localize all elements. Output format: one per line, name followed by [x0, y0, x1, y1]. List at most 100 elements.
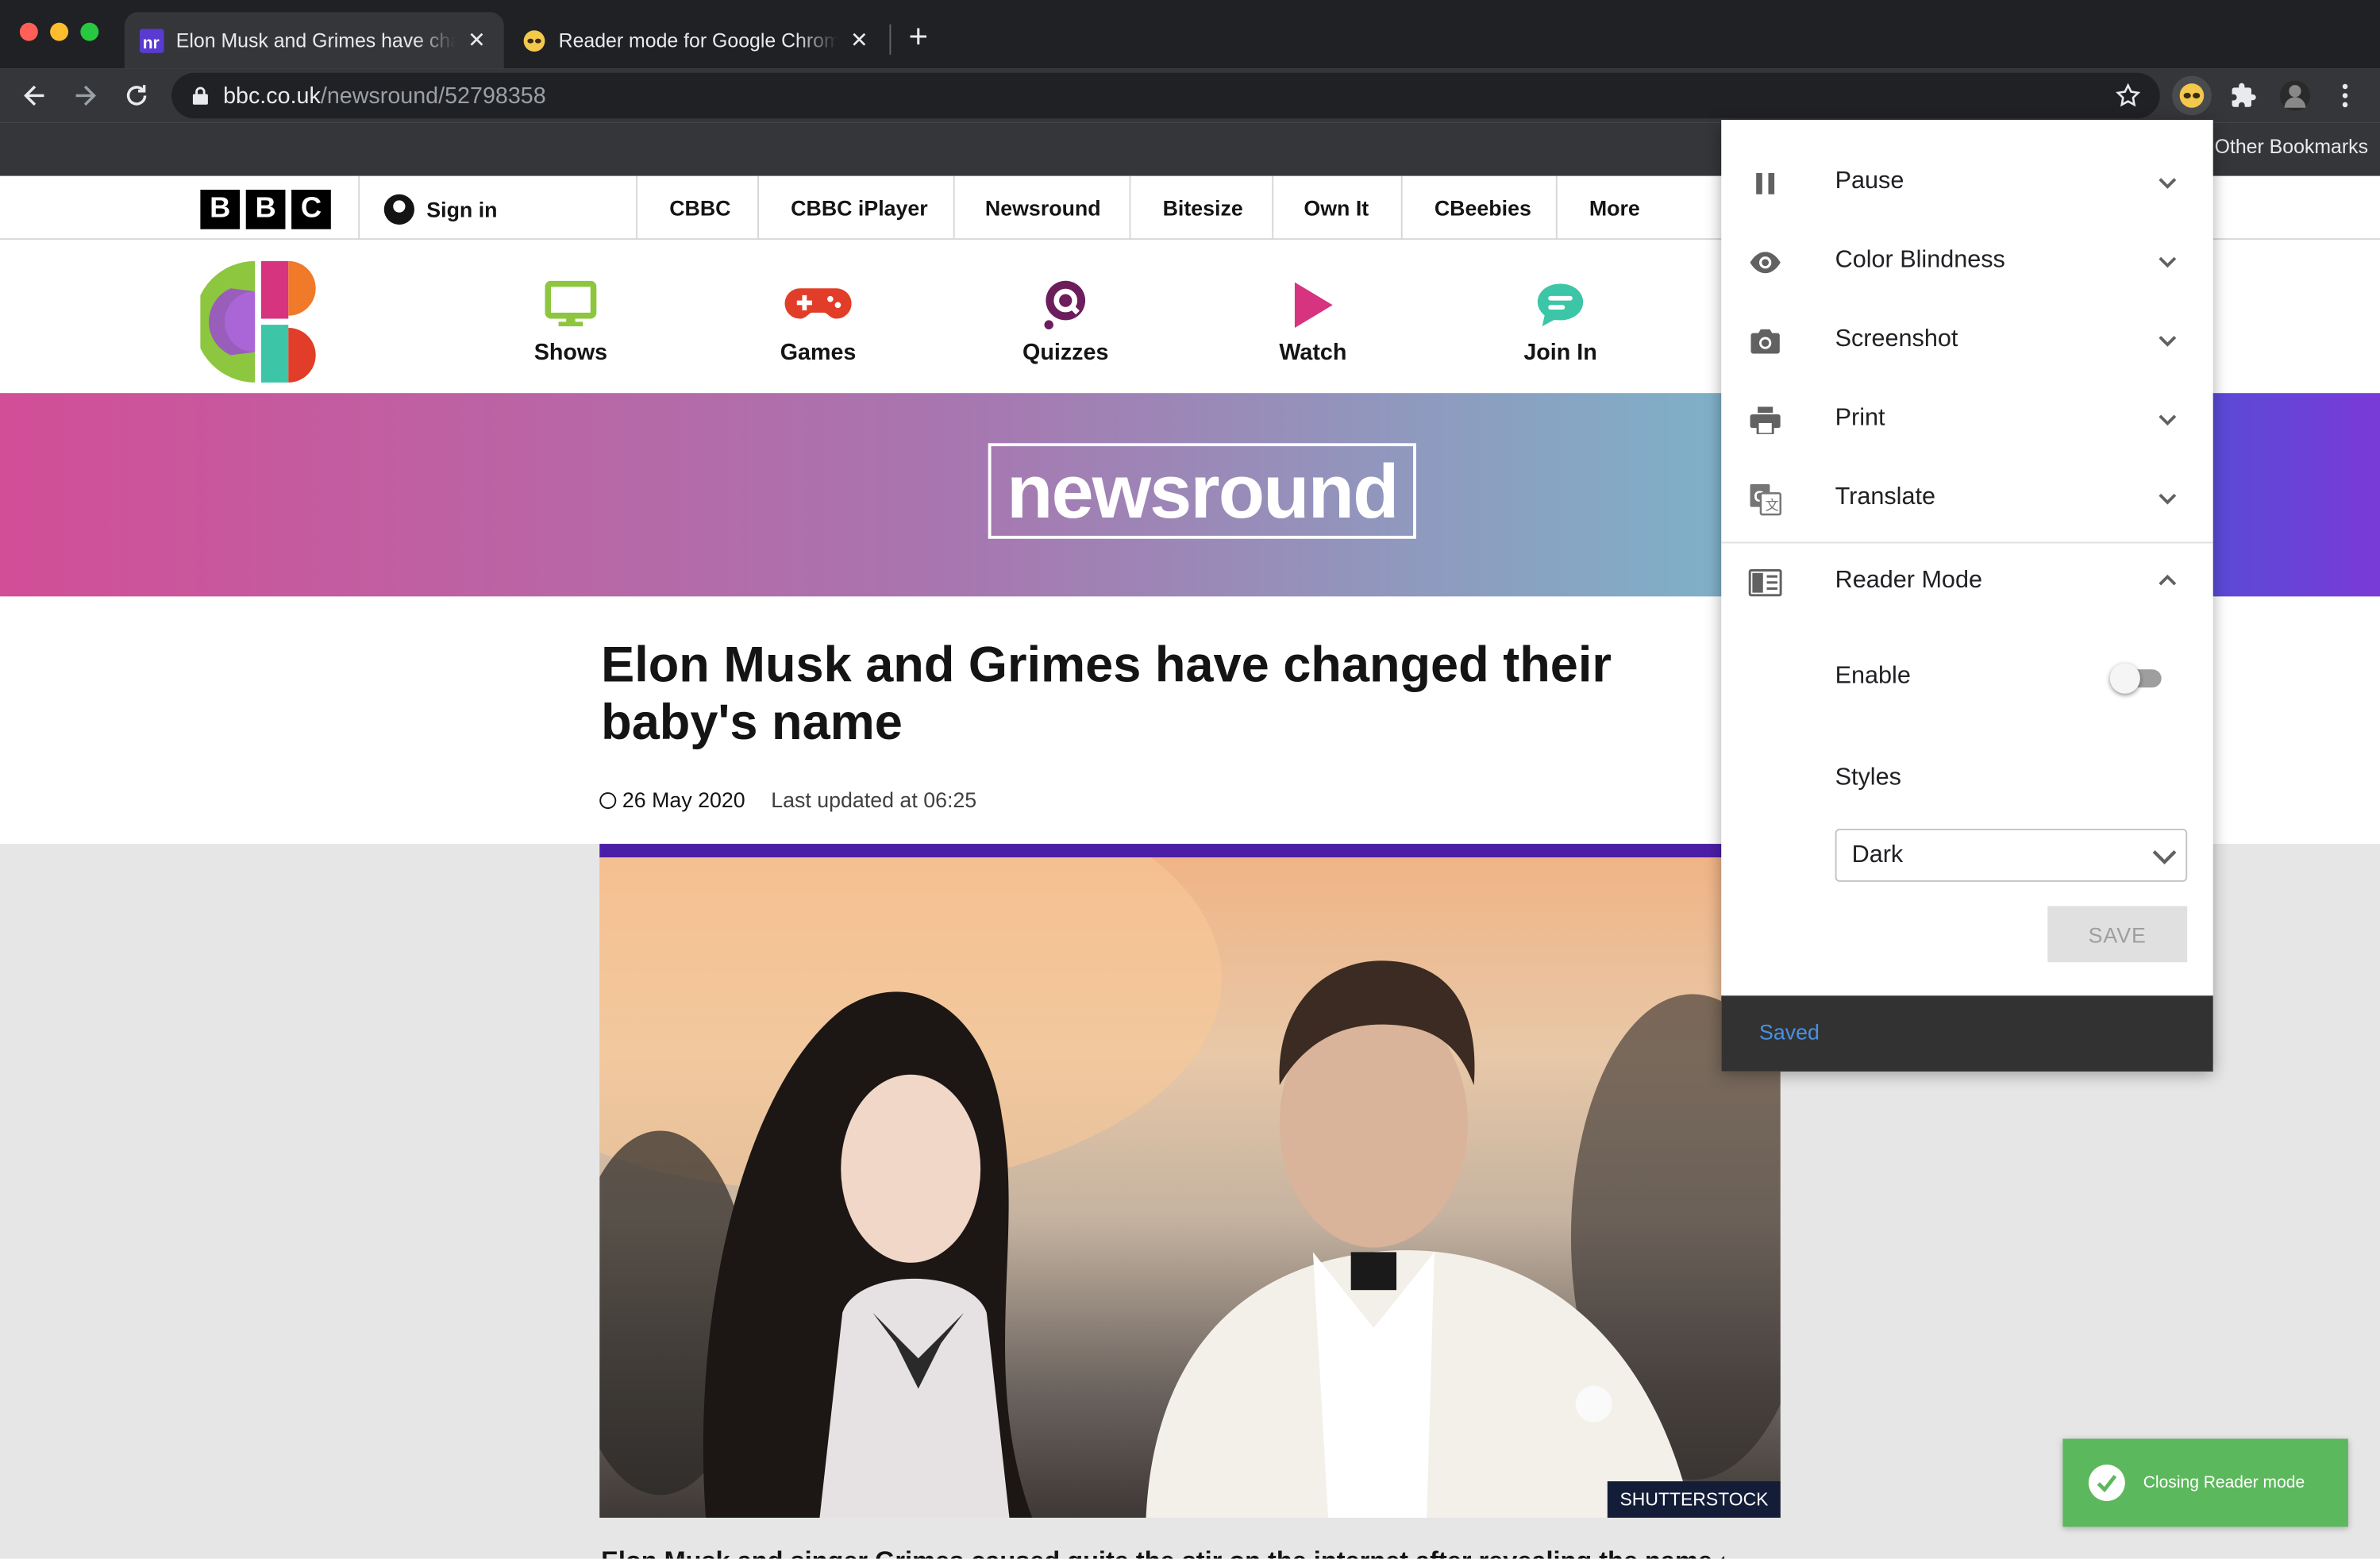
newsround-logo[interactable]: newsround	[988, 443, 1416, 539]
reader-extension-icon[interactable]	[2172, 75, 2212, 116]
minimize-window-button[interactable]	[50, 22, 69, 41]
chevron-up-icon[interactable]	[2154, 568, 2181, 595]
popup-item-pause[interactable]: Pause	[1721, 144, 2212, 223]
popup-item-color-blindness[interactable]: Color Blindness	[1721, 223, 2212, 302]
bbc-logo[interactable]: B B C	[200, 190, 331, 229]
styles-label: Styles	[1835, 764, 1901, 791]
divider	[757, 175, 759, 241]
close-window-button[interactable]	[19, 22, 38, 41]
article-updated: Last updated at 06:25	[771, 787, 977, 812]
article-headline: Elon Musk and Grimes have changed their …	[601, 636, 1612, 750]
divider	[1555, 175, 1558, 241]
translate-icon: G文	[1749, 483, 1782, 516]
divider	[636, 175, 638, 241]
nav-cbbc-iplayer[interactable]: CBBC iPlayer	[791, 196, 928, 221]
back-arrow-icon[interactable]	[17, 78, 53, 114]
cbbc-nav-label: Games	[780, 340, 857, 366]
tab-title: Reader mode for Google Chrome	[558, 29, 838, 52]
tab-active[interactable]: nr Elon Musk and Grimes have changed the…	[124, 12, 504, 69]
popup-item-translate[interactable]: G文 Translate	[1721, 460, 2212, 538]
svg-text:文: 文	[1766, 498, 1779, 514]
popup-item-screenshot[interactable]: Screenshot	[1721, 302, 2212, 380]
tab-strip: nr Elon Musk and Grimes have changed the…	[0, 0, 2380, 69]
divider	[1400, 175, 1403, 241]
popup-item-print[interactable]: Print	[1721, 381, 2212, 460]
extension-favicon-icon	[522, 28, 547, 52]
saved-snackbar: Saved	[1721, 995, 2213, 1072]
profile-avatar[interactable]	[2275, 76, 2315, 116]
cbbc-nav-join-in[interactable]: Join In	[1485, 279, 1636, 366]
nav-cbeebies[interactable]: CBeebies	[1435, 196, 1531, 221]
sign-in-link[interactable]: Sign in	[383, 194, 498, 225]
close-tab-icon[interactable]: ✕	[464, 27, 489, 52]
article-date: 26 May 2020	[622, 787, 745, 812]
article-body-line: Elon Musk and singer Grimes caused quite…	[601, 1546, 1724, 1558]
popup-item-label: Screenshot	[1835, 326, 1958, 352]
nav-cbbc[interactable]: CBBC	[669, 196, 730, 221]
cbbc-nav-quizzes[interactable]: Quizzes	[990, 279, 1142, 366]
bookmark-star-icon[interactable]	[2114, 82, 2141, 109]
toast-message: Closing Reader mode	[2143, 1473, 2305, 1492]
nav-newsround[interactable]: Newsround	[985, 196, 1101, 221]
check-circle-icon	[2088, 1465, 2125, 1501]
url-path: /newsround/52798358	[320, 83, 546, 109]
popup-item-label: Reader Mode	[1835, 568, 1982, 594]
enable-toggle[interactable]	[2109, 663, 2162, 694]
newsround-favicon-icon: nr	[139, 28, 164, 52]
browser-menu-icon[interactable]	[2325, 76, 2365, 116]
maximize-window-button[interactable]	[80, 22, 99, 41]
divider	[358, 175, 360, 241]
chevron-down-icon[interactable]	[2154, 168, 2181, 195]
cbbc-nav-games[interactable]: Games	[742, 279, 894, 366]
user-icon	[383, 194, 414, 225]
chevron-down-icon[interactable]	[2154, 248, 2181, 275]
divider	[1129, 175, 1131, 241]
close-tab-icon[interactable]: ✕	[847, 27, 872, 52]
popup-item-label: Translate	[1835, 483, 1936, 510]
popup-item-label: Print	[1835, 405, 1885, 432]
tab-inactive[interactable]: Reader mode for Google Chrome ✕	[507, 12, 887, 68]
reader-mode-popup: Pause Color Blindness Screenshot Print 文…	[1721, 120, 2213, 1072]
chevron-down-icon[interactable]	[2154, 326, 2181, 353]
chevron-down-icon	[2149, 841, 2179, 871]
cbbc-nav-label: Shows	[533, 340, 608, 366]
reload-icon[interactable]	[118, 78, 155, 114]
extensions-puzzle-icon[interactable]	[2224, 76, 2263, 116]
style-select[interactable]: Dark	[1835, 828, 2188, 882]
popup-item-label: Color Blindness	[1835, 247, 2005, 274]
image-credit: SHUTTERSTOCK	[1608, 1481, 1781, 1518]
chevron-down-icon[interactable]	[2154, 406, 2181, 433]
bbc-logo-letter: B	[200, 190, 241, 229]
reader-mode-icon	[1748, 568, 1782, 598]
enable-label: Enable	[1835, 663, 1911, 690]
camera-icon	[1749, 326, 1782, 356]
chevron-down-icon[interactable]	[2154, 484, 2181, 511]
eye-icon	[1749, 248, 1782, 278]
bbc-logo-letter: C	[291, 190, 331, 229]
cbbc-nav-label: Quizzes	[1022, 340, 1109, 366]
printer-icon	[1749, 406, 1782, 436]
nav-bitesize[interactable]: Bitesize	[1163, 196, 1243, 221]
cbbc-nav-label: Watch	[1279, 340, 1347, 366]
forward-arrow-icon[interactable]	[67, 78, 103, 114]
image-accent-bar	[599, 844, 1781, 858]
play-icon	[1237, 279, 1388, 331]
cbbc-logo[interactable]	[194, 258, 322, 386]
divider	[1272, 175, 1274, 241]
chat-icon	[1485, 279, 1636, 331]
cbbc-nav-label: Join In	[1523, 340, 1597, 366]
address-bar[interactable]: bbc.co.uk/newsround/52798358	[171, 72, 2160, 119]
svg-text:nr: nr	[143, 33, 160, 52]
nav-own-it[interactable]: Own It	[1304, 196, 1369, 221]
quiz-icon	[990, 279, 1142, 331]
tab-title: Elon Musk and Grimes have changed their …	[175, 29, 456, 52]
save-button[interactable]: SAVE	[2047, 906, 2188, 963]
cbbc-nav-watch[interactable]: Watch	[1237, 279, 1388, 366]
popup-item-reader-mode[interactable]: Reader Mode	[1721, 543, 2212, 622]
clock-icon	[599, 791, 617, 809]
cbbc-nav-shows[interactable]: Shows	[495, 279, 646, 366]
sign-in-label: Sign in	[426, 197, 498, 222]
new-tab-icon[interactable]: +	[903, 19, 934, 52]
other-bookmarks[interactable]: Other Bookmarks	[2215, 135, 2368, 158]
nav-more[interactable]: More	[1589, 196, 1640, 221]
